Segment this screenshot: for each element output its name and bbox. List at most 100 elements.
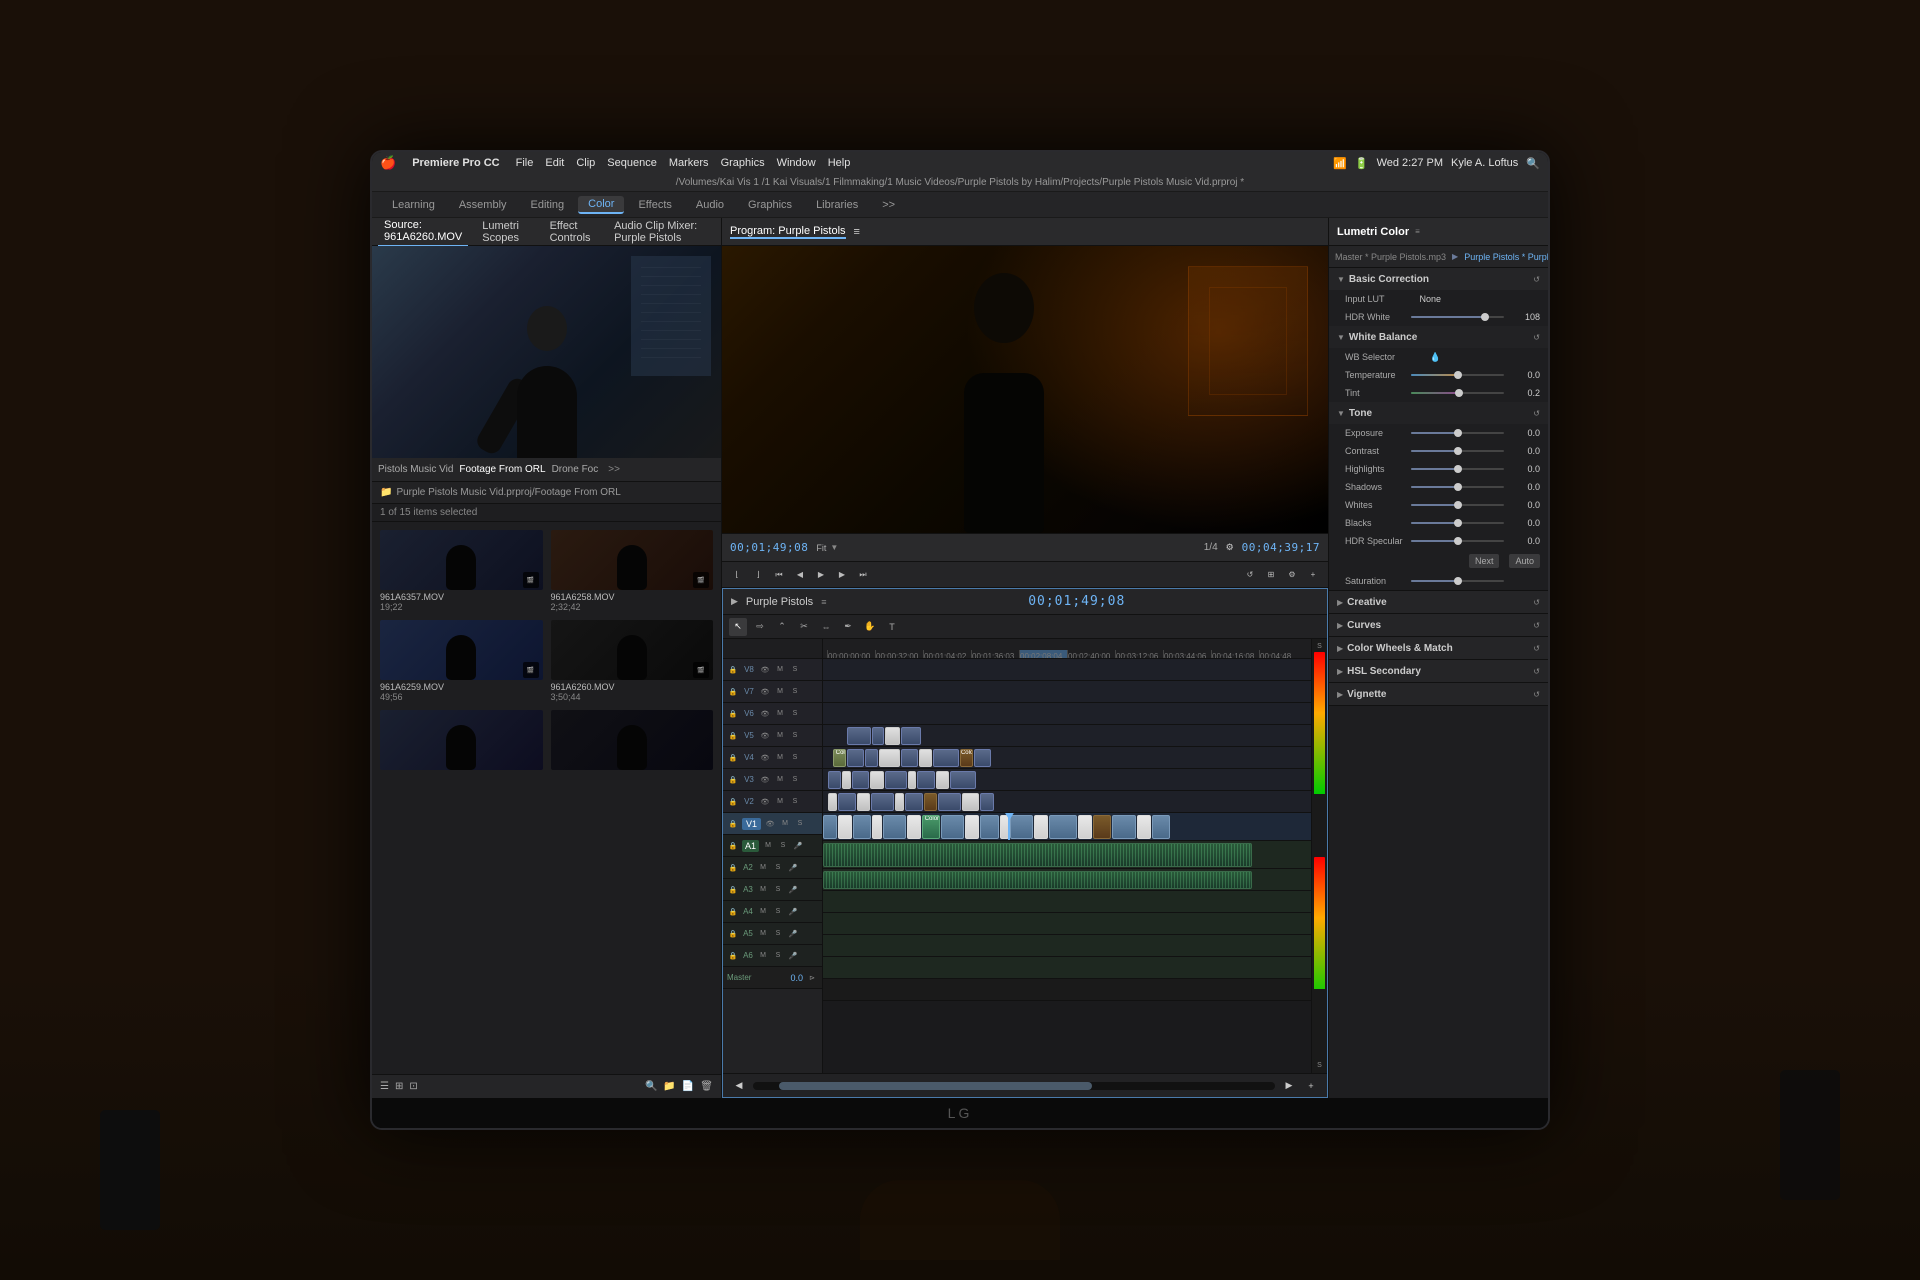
track-mute-a2[interactable]: M [757, 862, 769, 874]
contrast-handle[interactable] [1454, 447, 1462, 455]
vignette-header[interactable]: ▶ Vignette ↺ [1329, 683, 1548, 705]
track-solo-a1[interactable]: S [777, 840, 789, 852]
vignette-reset-btn[interactable]: ↺ [1533, 690, 1540, 699]
track-lock-a3[interactable]: 🔒 [727, 884, 739, 896]
hdr-white-value[interactable]: 108 [1510, 312, 1540, 322]
tab-editing[interactable]: Editing [521, 197, 575, 213]
track-mute-v3[interactable]: M [774, 774, 786, 786]
blacks-handle[interactable] [1454, 519, 1462, 527]
v1-clip-7[interactable] [1049, 815, 1077, 839]
menu-edit[interactable]: Edit [545, 157, 564, 169]
track-lock-v1[interactable]: 🔒 [727, 818, 739, 830]
shadows-handle[interactable] [1454, 483, 1462, 491]
freeform-view-btn[interactable]: ⊡ [409, 1081, 417, 1092]
tl-zoom-handle[interactable] [779, 1082, 1092, 1090]
tab-assembly[interactable]: Assembly [449, 197, 517, 213]
track-lock-a5[interactable]: 🔒 [727, 928, 739, 940]
v2-clip-1[interactable] [838, 793, 856, 811]
track-lock-v7[interactable]: 🔒 [727, 686, 739, 698]
prog-play[interactable]: ▶ [812, 566, 830, 584]
wb-reset-btn[interactable]: ↺ [1533, 333, 1540, 342]
clear-btn[interactable]: 🗑 [700, 1081, 713, 1092]
track-sync-v7[interactable]: S [789, 686, 801, 698]
track-solo-a3[interactable]: S [772, 884, 784, 896]
track-lock-v5[interactable]: 🔒 [727, 730, 739, 742]
color-wheels-reset-btn[interactable]: ↺ [1533, 644, 1540, 653]
v2-white-4[interactable] [962, 793, 980, 811]
track-mute-a5[interactable]: M [757, 928, 769, 940]
temperature-value[interactable]: 0.0 [1510, 370, 1540, 380]
v1-white-4[interactable] [965, 815, 979, 839]
selection-tool[interactable]: ↖ [729, 618, 747, 636]
v4-white-2[interactable] [919, 749, 932, 767]
track-mic-a1[interactable]: 🎤 [792, 840, 804, 852]
project-tab-footage[interactable]: Footage From ORL [459, 464, 545, 475]
audio-clip-mixer-tab[interactable]: Audio Clip Mixer: Purple Pistols [608, 218, 715, 246]
track-vis-v7[interactable]: 👁 [759, 686, 771, 698]
exposure-handle[interactable] [1454, 429, 1462, 437]
v4-vid-1[interactable] [847, 749, 864, 767]
v1-color-1[interactable]: Color [922, 815, 941, 839]
program-settings-btn[interactable]: ≡ [854, 226, 860, 238]
tint-value[interactable]: 0.2 [1510, 388, 1540, 398]
tab-effects[interactable]: Effects [628, 197, 681, 213]
highlights-handle[interactable] [1454, 465, 1462, 473]
program-end-timecode[interactable]: 00;04;39;17 [1242, 541, 1320, 554]
v2-clip-2[interactable] [871, 793, 893, 811]
settings-icon[interactable]: ⚙ [1222, 540, 1238, 556]
a1-audio-clip[interactable] [823, 843, 1252, 867]
v1-white-7[interactable] [1078, 815, 1092, 839]
v3-white-1[interactable] [842, 771, 851, 789]
search-btn[interactable]: 🔍 [645, 1081, 657, 1092]
clip-item-5[interactable] [551, 710, 714, 772]
track-vis-v1[interactable]: 👁 [764, 818, 776, 830]
v1-white-3[interactable] [907, 815, 921, 839]
type-tool[interactable]: T [883, 618, 901, 636]
track-sync-v6[interactable]: S [789, 708, 801, 720]
v5-clip-3-white[interactable] [885, 727, 901, 745]
track-mic-a6[interactable]: 🎤 [787, 950, 799, 962]
v2-color-1[interactable] [924, 793, 937, 811]
track-sync-v4[interactable]: S [789, 752, 801, 764]
v2-white-2[interactable] [857, 793, 870, 811]
track-lock-v8[interactable]: 🔒 [727, 664, 739, 676]
pen-tool[interactable]: ✒ [839, 618, 857, 636]
v1-color-2[interactable] [1093, 815, 1112, 839]
track-vis-v6[interactable]: 👁 [759, 708, 771, 720]
v4-vid-2[interactable] [865, 749, 878, 767]
menu-help[interactable]: Help [828, 157, 851, 169]
highlights-slider[interactable] [1411, 468, 1504, 470]
tl-add-track[interactable]: + [1303, 1078, 1319, 1094]
v1-clip-6[interactable] [1010, 815, 1033, 839]
v1-clip-9[interactable] [1152, 815, 1171, 839]
track-sync-v3[interactable]: S [789, 774, 801, 786]
track-mute-v2[interactable]: M [774, 796, 786, 808]
lumetri-scopes-tab[interactable]: Lumetri Scopes [476, 218, 535, 246]
hdr-specular-handle[interactable] [1454, 537, 1462, 545]
menu-clip[interactable]: Clip [576, 157, 595, 169]
v2-clip-3[interactable] [905, 793, 923, 811]
track-mic-a4[interactable]: 🎤 [787, 906, 799, 918]
curves-header[interactable]: ▶ Curves ↺ [1329, 614, 1548, 636]
track-mute-a1[interactable]: M [762, 840, 774, 852]
v4-vid-5[interactable] [974, 749, 991, 767]
v1-white-8[interactable] [1137, 815, 1151, 839]
track-vis-v2[interactable]: 👁 [759, 796, 771, 808]
prog-loop-btn[interactable]: ↺ [1241, 566, 1259, 584]
v5-clip-2[interactable] [872, 727, 884, 745]
new-bin-btn[interactable]: 📁 [663, 1081, 675, 1092]
tl-scroll-left[interactable]: ◀ [731, 1078, 747, 1094]
wb-selector-dropper[interactable]: 💧 [1411, 352, 1441, 363]
effect-controls-tab[interactable]: Effect Controls [544, 218, 601, 246]
hdr-white-slider[interactable] [1411, 316, 1504, 318]
track-lock-a6[interactable]: 🔒 [727, 950, 739, 962]
grid-view-btn[interactable]: ⊞ [395, 1081, 403, 1092]
v1-white-6[interactable] [1034, 815, 1048, 839]
track-mute-v5[interactable]: M [774, 730, 786, 742]
next-btn[interactable]: Next [1469, 554, 1500, 568]
prog-mark-out[interactable]: ⌋ [749, 566, 767, 584]
timeline-close-icon[interactable]: ≡ [821, 597, 826, 607]
tint-handle[interactable] [1455, 389, 1463, 397]
v1-white-5[interactable] [1000, 815, 1009, 839]
track-lock-v4[interactable]: 🔒 [727, 752, 739, 764]
